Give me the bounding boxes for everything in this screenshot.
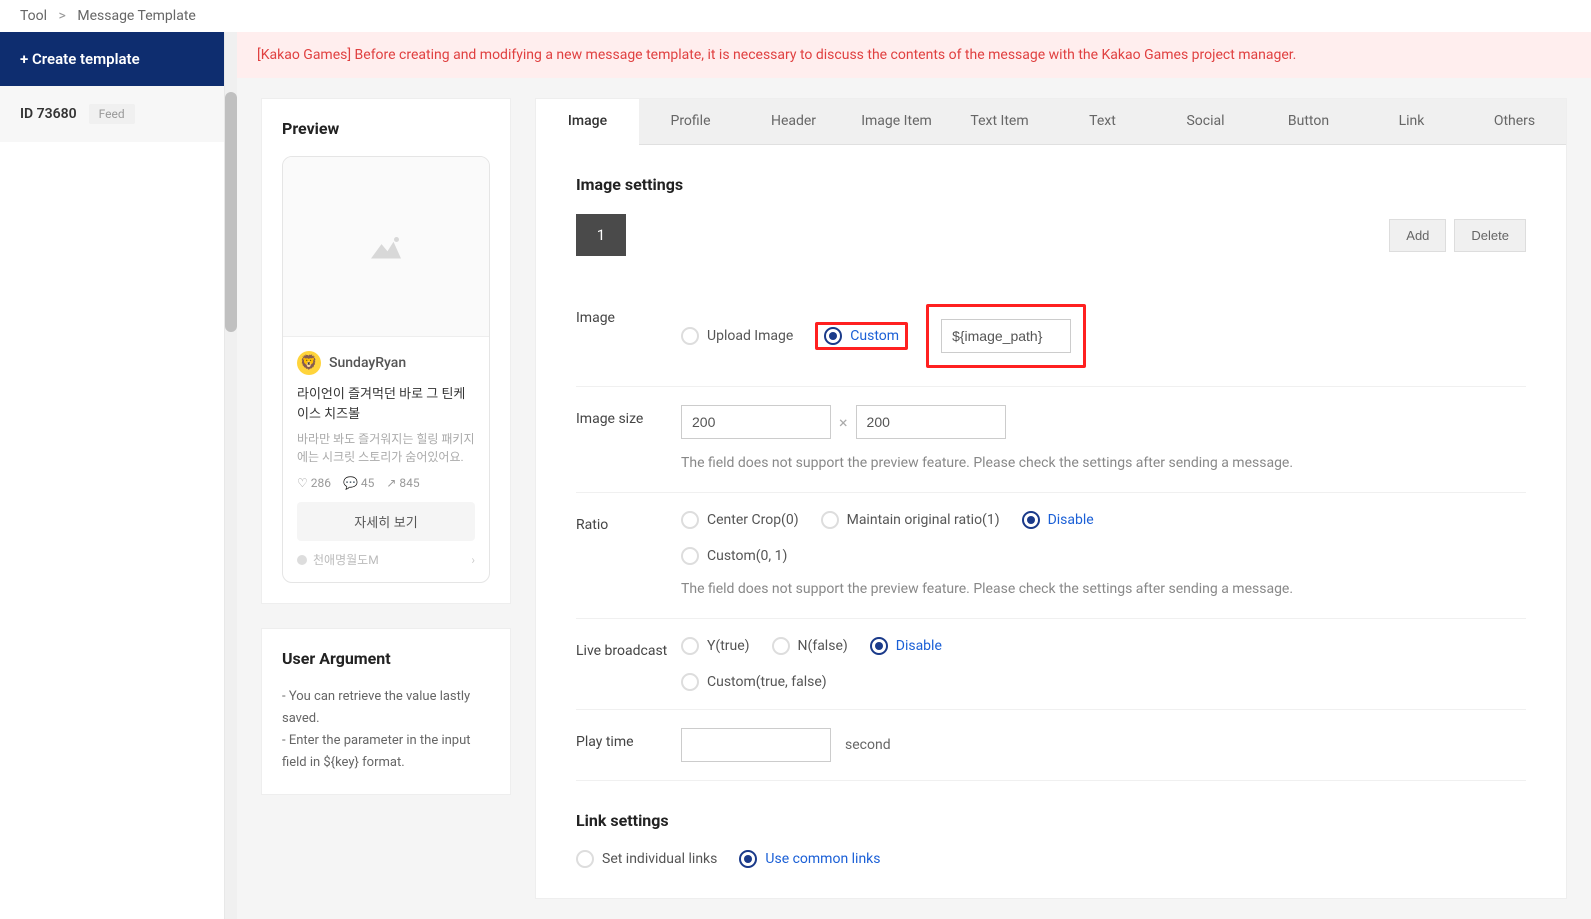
tabs: Image Profile Header Image Item Text Ite… <box>536 99 1566 145</box>
radio-icon <box>870 637 888 655</box>
radio-live-yes[interactable]: Y(true) <box>681 637 750 655</box>
preview-title: Preview <box>282 119 490 138</box>
radio-icon <box>681 637 699 655</box>
radio-icon <box>681 327 699 345</box>
tab-text-item[interactable]: Text Item <box>948 99 1051 144</box>
footer-dot-icon <box>297 555 307 565</box>
template-type-badge: Feed <box>89 104 135 124</box>
preview-image-placeholder <box>283 157 489 337</box>
image-label: Image <box>576 304 681 326</box>
image-placeholder-icon <box>371 235 401 259</box>
share-count: ↗ 845 <box>386 476 419 490</box>
live-broadcast-row: Live broadcast Y(true) <box>576 619 1526 710</box>
radio-upload-image[interactable]: Upload Image <box>681 327 793 345</box>
play-time-row: Play time second <box>576 710 1526 781</box>
breadcrumb-sep: > <box>59 8 66 24</box>
tab-image[interactable]: Image <box>536 99 639 145</box>
radio-icon <box>576 850 594 868</box>
multiply-icon: × <box>839 413 848 432</box>
scrollbar-track[interactable] <box>225 32 237 919</box>
tab-image-item[interactable]: Image Item <box>845 99 948 144</box>
radio-common-links[interactable]: Use common links <box>739 850 880 868</box>
user-argument-title: User Argument <box>282 649 490 668</box>
tab-link[interactable]: Link <box>1360 99 1463 144</box>
tab-profile[interactable]: Profile <box>639 99 742 144</box>
breadcrumb: Tool > Message Template <box>0 0 1591 32</box>
image-size-note: The field does not support the preview f… <box>681 453 1526 474</box>
avatar: 🦁 <box>297 351 321 375</box>
warning-banner: [Kakao Games] Before creating and modify… <box>237 32 1591 78</box>
image-path-input[interactable] <box>941 319 1071 353</box>
tab-social[interactable]: Social <box>1154 99 1257 144</box>
template-id: ID 73680 <box>20 106 77 122</box>
play-time-label: Play time <box>576 728 681 750</box>
image-size-label: Image size <box>576 405 681 427</box>
preview-card: 🦁 SundayRyan 라이언이 즐겨먹던 바로 그 틴케이스 치즈볼 바라만… <box>282 156 490 583</box>
comment-count: 💬 45 <box>343 476 374 490</box>
radio-icon <box>681 673 699 691</box>
radio-icon <box>821 511 839 529</box>
radio-icon <box>772 637 790 655</box>
radio-icon <box>1022 511 1040 529</box>
image-row: Image Upload Image Custo <box>576 286 1526 387</box>
radio-custom-image[interactable]: Custom <box>824 327 899 345</box>
settings-panel: Image Profile Header Image Item Text Ite… <box>535 98 1567 899</box>
link-settings-title: Link settings <box>576 811 1526 830</box>
radio-live-disable[interactable]: Disable <box>870 637 942 655</box>
footer-app-name: 천애명월도M <box>313 551 379 568</box>
scrollbar-thumb[interactable] <box>225 92 237 332</box>
ratio-note: The field does not support the preview f… <box>681 579 1526 600</box>
radio-live-custom[interactable]: Custom(true, false) <box>681 673 827 691</box>
delete-button[interactable]: Delete <box>1454 219 1526 252</box>
chevron-right-icon: › <box>471 553 475 567</box>
image-size-row: Image size × The field does not support … <box>576 387 1526 493</box>
radio-ratio-disable[interactable]: Disable <box>1022 511 1094 529</box>
ratio-row: Ratio Center Crop(0) <box>576 493 1526 619</box>
create-template-button[interactable]: + Create template <box>0 32 224 86</box>
play-time-unit: second <box>845 737 891 753</box>
template-list-item[interactable]: ID 73680 Feed <box>0 86 224 142</box>
breadcrumb-item[interactable]: Tool <box>20 8 47 24</box>
radio-maintain-ratio[interactable]: Maintain original ratio(1) <box>821 511 1000 529</box>
highlight-image-input <box>926 304 1086 368</box>
ratio-label: Ratio <box>576 511 681 533</box>
social-stats: ♡ 286 💬 45 ↗ 845 <box>297 476 475 490</box>
radio-live-no[interactable]: N(false) <box>772 637 848 655</box>
image-index-tab[interactable]: 1 <box>576 214 626 256</box>
image-settings-title: Image settings <box>576 175 1526 194</box>
tab-header[interactable]: Header <box>742 99 845 144</box>
radio-icon <box>681 547 699 565</box>
highlight-custom-radio: Custom <box>815 322 908 350</box>
like-count: ♡ 286 <box>297 476 331 490</box>
detail-button[interactable]: 자세히 보기 <box>297 502 475 541</box>
user-argument-text: - You can retrieve the value lastly save… <box>282 686 490 774</box>
preview-panel: Preview 🦁 SundayRyan 라이언이 즐겨먹던 바로 그 틴케이스… <box>261 98 511 604</box>
play-time-input[interactable] <box>681 728 831 762</box>
preview-description: 바라만 봐도 즐거워지는 힐링 패키지에는 시크릿 스토리가 숨어있어요. <box>297 430 475 466</box>
image-height-input[interactable] <box>856 405 1006 439</box>
add-button[interactable]: Add <box>1389 219 1446 252</box>
preview-footer[interactable]: 천애명월도M › <box>297 551 475 568</box>
breadcrumb-item[interactable]: Message Template <box>77 8 195 24</box>
preview-headline: 라이언이 즐겨먹던 바로 그 틴케이스 치즈볼 <box>297 385 475 424</box>
username: SundayRyan <box>329 355 406 371</box>
tab-text[interactable]: Text <box>1051 99 1154 144</box>
radio-center-crop[interactable]: Center Crop(0) <box>681 511 799 529</box>
radio-icon <box>681 511 699 529</box>
sidebar: + Create template ID 73680 Feed <box>0 32 225 919</box>
profile-row: 🦁 SundayRyan <box>297 351 475 375</box>
tab-others[interactable]: Others <box>1463 99 1566 144</box>
live-broadcast-label: Live broadcast <box>576 637 681 659</box>
radio-individual-links[interactable]: Set individual links <box>576 850 717 868</box>
user-argument-panel: User Argument - You can retrieve the val… <box>261 628 511 795</box>
radio-ratio-custom[interactable]: Custom(0, 1) <box>681 547 787 565</box>
tab-button[interactable]: Button <box>1257 99 1360 144</box>
radio-icon <box>824 327 842 345</box>
image-width-input[interactable] <box>681 405 831 439</box>
main-content: [Kakao Games] Before creating and modify… <box>237 32 1591 919</box>
radio-icon <box>739 850 757 868</box>
